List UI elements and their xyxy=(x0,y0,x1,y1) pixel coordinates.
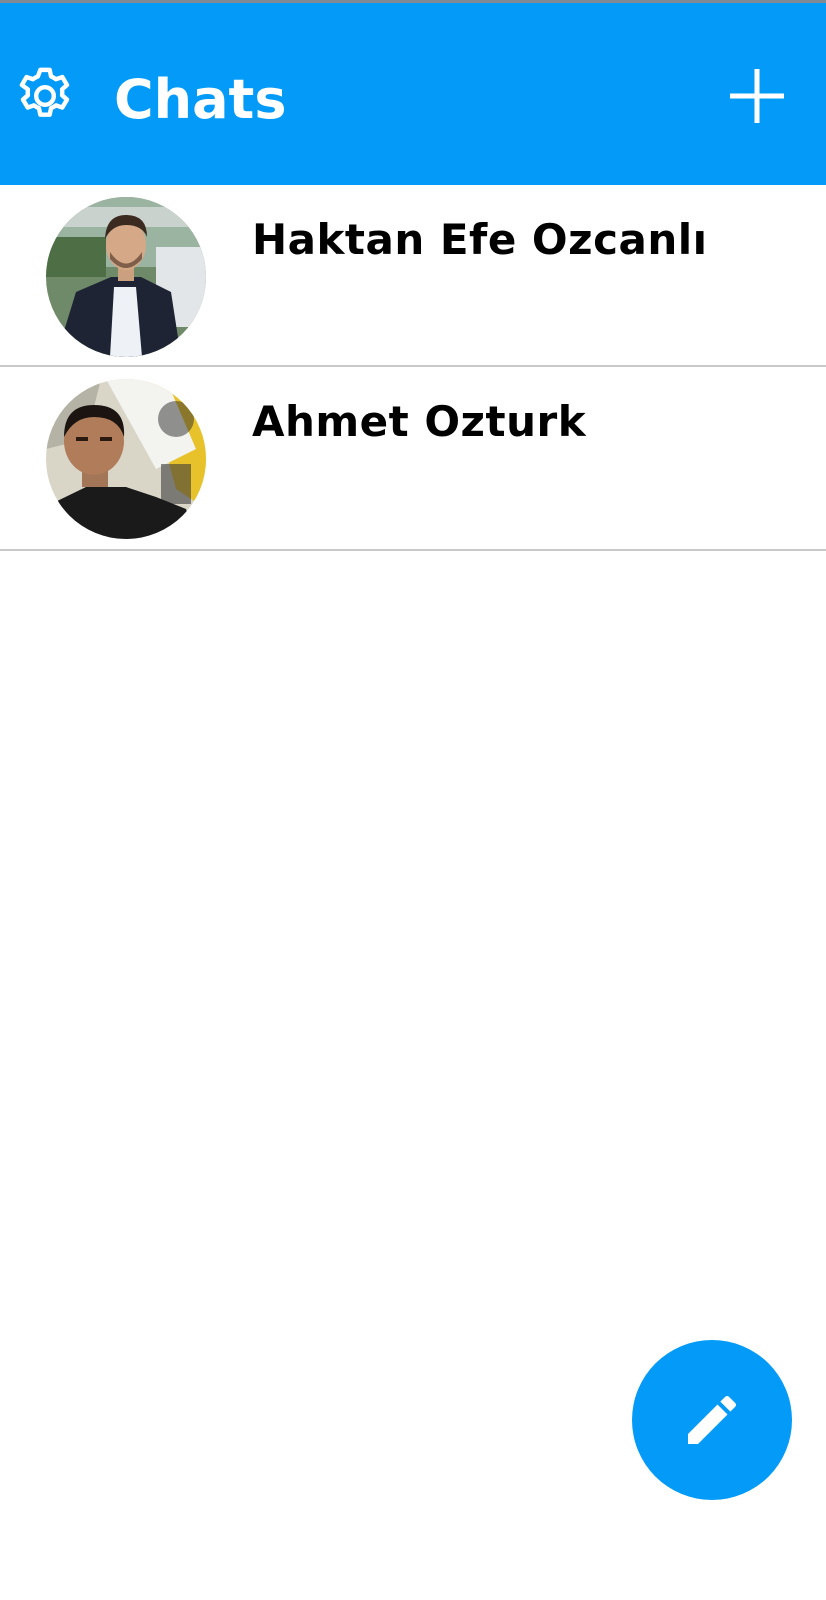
new-chat-button[interactable] xyxy=(728,67,786,125)
settings-button[interactable] xyxy=(12,63,78,129)
contact-name: Ahmet Ozturk xyxy=(252,397,587,446)
chat-list-item[interactable]: Ahmet Ozturk xyxy=(0,367,826,551)
app-header: Chats xyxy=(0,0,826,185)
avatar-photo-icon xyxy=(46,379,206,539)
chat-list: Haktan Efe Ozcanlı Ahmet Ozturk xyxy=(0,185,826,551)
contact-name: Haktan Efe Ozcanlı xyxy=(252,215,708,264)
pencil-icon xyxy=(688,1395,737,1444)
avatar xyxy=(46,379,206,539)
plus-icon xyxy=(730,69,784,123)
chats-screen: Chats Haktan Efe Ozcanlı Ahmet Ozturk xyxy=(0,0,826,1600)
avatar-photo-icon xyxy=(46,197,206,357)
chat-list-item[interactable]: Haktan Efe Ozcanlı xyxy=(0,185,826,367)
avatar xyxy=(46,197,206,357)
gear-icon xyxy=(19,67,70,117)
page-title: Chats xyxy=(114,68,287,131)
compose-button[interactable] xyxy=(632,1340,792,1500)
